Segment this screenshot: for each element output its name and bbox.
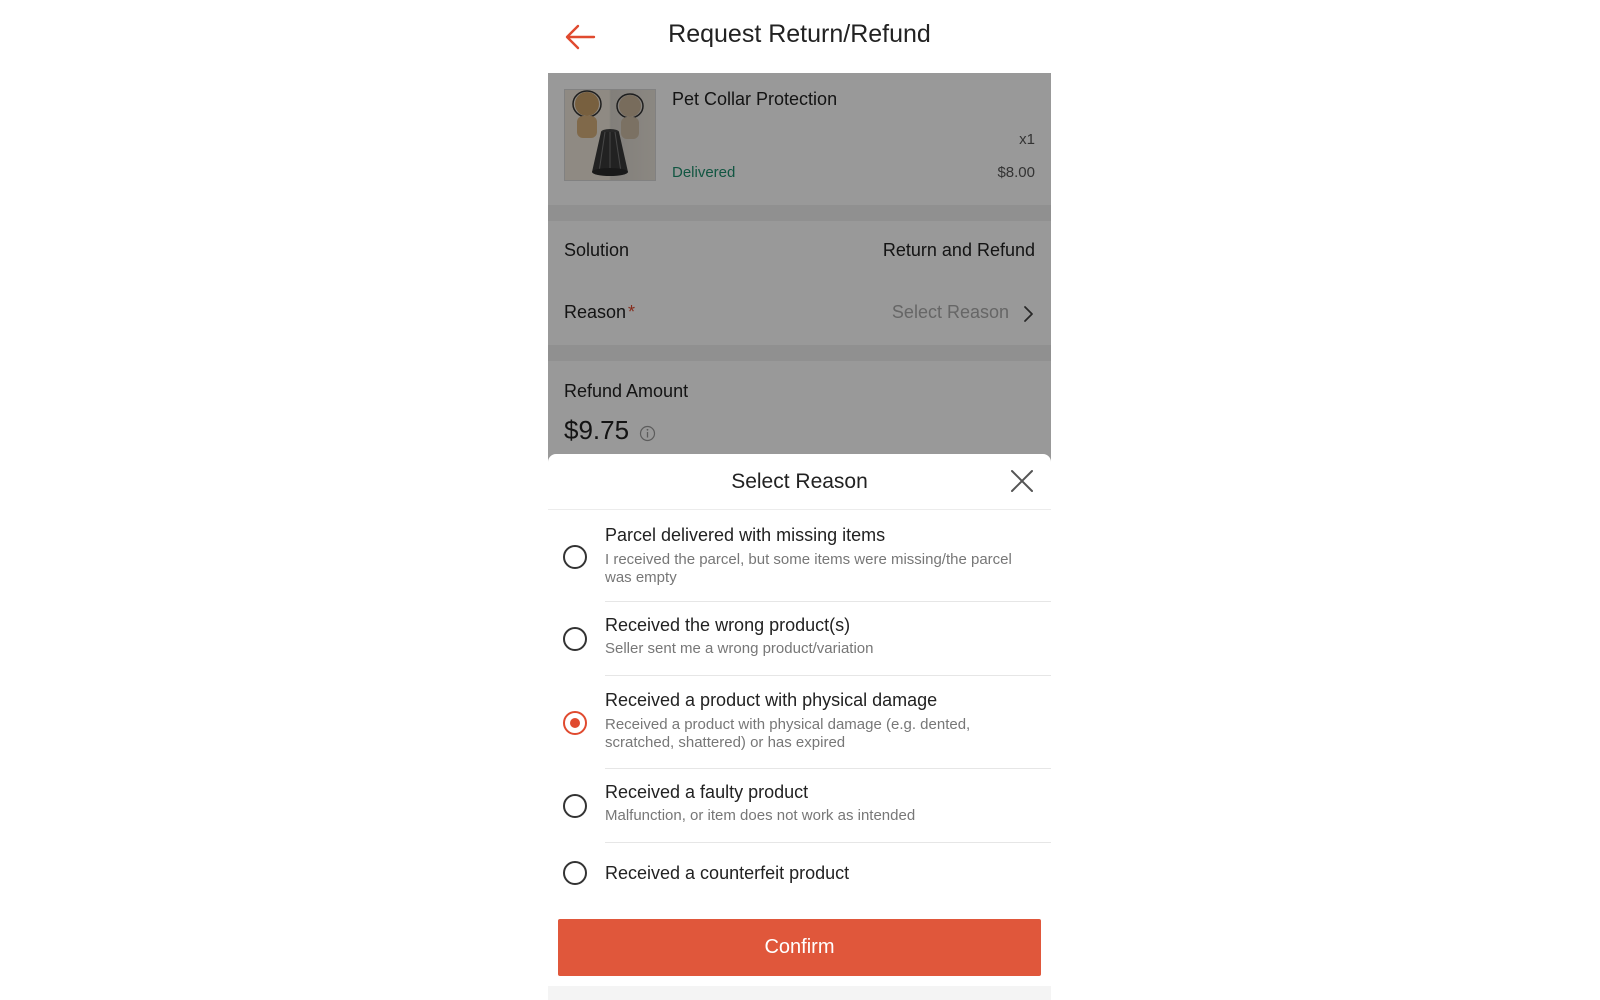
option-description: Received a product with physical damage … [605, 716, 971, 751]
radio-button[interactable] [563, 627, 587, 651]
radio-button[interactable] [563, 861, 587, 885]
select-reason-sheet: Select Reason Parcel delivered with miss… [548, 454, 1051, 1000]
option-title: Received a product with physical damage [605, 690, 938, 710]
reason-option-counterfeit[interactable]: Received a counterfeit product [548, 843, 1051, 905]
option-title: Received the wrong product(s) [605, 615, 851, 635]
phone-screen: Request Return/Refund Pet Collar Protect [548, 0, 1051, 1000]
reason-option-faulty-product[interactable]: Received a faulty product Malfunction, o… [548, 769, 1051, 843]
radio-button[interactable] [563, 794, 587, 818]
option-description: I received the parcel, but some items we… [605, 551, 1012, 586]
reason-option-missing-items[interactable]: Parcel delivered with missing items I re… [548, 510, 1051, 602]
option-title: Received a faulty product [605, 782, 809, 802]
page-title: Request Return/Refund [668, 20, 931, 48]
reason-option-wrong-product[interactable]: Received the wrong product(s) Seller sen… [548, 602, 1051, 676]
sheet-title: Select Reason [731, 470, 868, 493]
radio-button[interactable] [563, 545, 587, 569]
close-icon[interactable] [1009, 468, 1035, 494]
option-description: Seller sent me a wrong product/variation [605, 640, 874, 657]
radio-button-selected[interactable] [563, 711, 587, 735]
option-description: Malfunction, or item does not work as in… [605, 807, 916, 824]
confirm-button[interactable]: Confirm [558, 919, 1041, 976]
option-title: Received a counterfeit product [605, 863, 850, 883]
sheet-footer [548, 986, 1051, 1000]
app-header: Request Return/Refund [548, 0, 1051, 73]
option-title: Parcel delivered with missing items [605, 525, 886, 545]
reason-option-physical-damage[interactable]: Received a product with physical damage … [548, 676, 1051, 769]
